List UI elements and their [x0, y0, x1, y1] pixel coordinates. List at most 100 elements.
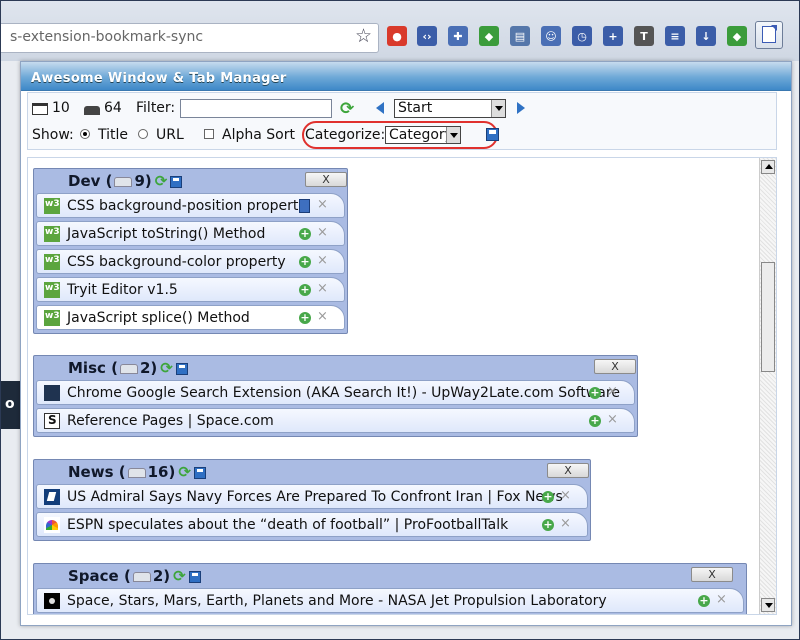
close-tab-icon[interactable]: × [317, 197, 328, 212]
bookmark-star-icon[interactable]: ☆ [355, 23, 372, 49]
favicon-icon [44, 413, 60, 429]
save-icon[interactable] [170, 175, 183, 188]
group-title: Misc (2) ⟳ [68, 359, 188, 377]
tab-row[interactable]: JavaScript toString() Method + × [36, 221, 345, 246]
add-bookmark-icon[interactable]: + [542, 519, 554, 531]
scroll-up-button[interactable] [761, 160, 775, 174]
group-header: Dev (9) ⟳ X [34, 169, 347, 193]
favicon-icon [44, 198, 60, 214]
favicon-icon [44, 226, 60, 242]
chrome-icon[interactable]: ● [387, 26, 407, 46]
favicon-icon [44, 254, 60, 270]
tab-icon [119, 363, 138, 374]
add-bookmark-icon[interactable]: + [542, 491, 554, 503]
tab-row[interactable]: ESPN speculates about the “death of foot… [36, 512, 588, 537]
plus-icon[interactable]: + [603, 26, 623, 46]
save-icon[interactable] [193, 466, 206, 479]
tab-group: Space (2) ⟳ X Space, Stars, Mars, Earth, Pl… [33, 563, 747, 614]
tab-row[interactable]: CSS background-position property × [36, 193, 345, 218]
save-icon[interactable] [188, 570, 201, 583]
controls-panel: 10 64 Filter: ⟳ Start Show: Title URL Al… [27, 92, 777, 150]
window-icon [32, 103, 48, 115]
close-tab-icon[interactable]: × [560, 516, 571, 531]
maps-icon[interactable]: ◆ [479, 26, 499, 46]
tab-group-list[interactable]: Dev (9)⟳ X CSS background-position propert… [27, 157, 777, 615]
tab-group: Dev (9)⟳ X CSS background-position propert… [33, 168, 348, 334]
refresh-icon[interactable]: ⟳ [340, 99, 354, 119]
add-bookmark-icon[interactable]: + [299, 312, 311, 324]
start-select[interactable]: Start [394, 99, 506, 118]
layers-icon[interactable]: ≡ [665, 26, 685, 46]
add-bookmark-icon[interactable]: + [299, 256, 311, 268]
group-close-button[interactable]: X [594, 359, 636, 374]
tab-title: CSS background-color property [67, 254, 286, 270]
filter-label: Filter: [136, 100, 176, 116]
add-bookmark-icon[interactable]: + [299, 284, 311, 296]
code-icon[interactable]: ‹› [417, 26, 437, 46]
group-close-button[interactable]: X [547, 463, 589, 478]
chevron-down-icon [491, 100, 505, 117]
prev-arrow-icon[interactable] [376, 102, 384, 114]
bookmark-icon[interactable] [299, 199, 310, 213]
tag-icon[interactable]: T [634, 26, 654, 46]
refresh-icon[interactable]: ⟳ [160, 359, 173, 377]
print-icon[interactable]: ▤ [510, 26, 530, 46]
alpha-sort-label: Alpha Sort [222, 127, 295, 143]
add-bookmark-icon[interactable]: + [589, 387, 601, 399]
download-icon[interactable]: ↓ [696, 26, 716, 46]
tab-row[interactable]: Tryit Editor v1.5 + × [36, 277, 345, 302]
tab-title: JavaScript toString() Method [67, 226, 266, 242]
tab-row[interactable]: Reference Pages | Space.com + × [36, 408, 635, 433]
title-radio[interactable] [80, 129, 90, 139]
favicon-icon [44, 282, 60, 298]
refresh-icon[interactable]: ⟳ [155, 172, 168, 190]
close-tab-icon[interactable]: × [607, 384, 618, 399]
address-bar[interactable]: s-extension-bookmark-sync [1, 23, 379, 53]
maps-icon[interactable]: ◆ [727, 26, 747, 46]
add-bookmark-icon[interactable]: + [589, 415, 601, 427]
tab-icon [114, 176, 133, 187]
tab-group: News (16) ⟳ X US Admiral Says Navy Forces A… [33, 459, 591, 541]
tab-title: CSS background-position property [67, 198, 307, 214]
browser-window: s-extension-bookmark-sync ☆ ● ‹› ✚ ◆ ▤ ☺ ◷ + T ≡ ↓… [0, 0, 800, 640]
group-title: Dev (9) ⟳ [68, 172, 183, 190]
tab-row[interactable]: JavaScript splice() Method + × [36, 305, 345, 330]
tab-manager-extension-icon[interactable] [755, 21, 783, 49]
filter-input[interactable] [180, 99, 332, 118]
close-tab-icon[interactable]: × [317, 253, 328, 268]
group-close-button[interactable]: X [691, 567, 733, 582]
person-icon[interactable]: ☺ [541, 26, 561, 46]
favicon-icon [44, 489, 60, 505]
group-count: 16) [147, 463, 176, 481]
close-tab-icon[interactable]: × [317, 281, 328, 296]
group-name: Space ( [68, 567, 131, 585]
add-bookmark-icon[interactable]: + [299, 228, 311, 240]
refresh-icon[interactable]: ⟳ [178, 463, 191, 481]
tab-title: US Admiral Says Navy Forces Are Prepared… [67, 489, 563, 505]
tab-row[interactable]: CSS background-color property + × [36, 249, 345, 274]
tab-title: Tryit Editor v1.5 [67, 282, 178, 298]
alpha-sort-checkbox[interactable] [204, 129, 214, 139]
save-icon[interactable] [486, 128, 499, 141]
save-icon[interactable] [175, 362, 188, 375]
close-tab-icon[interactable]: × [317, 309, 328, 324]
close-tab-icon[interactable]: × [317, 225, 328, 240]
group-name: Dev ( [68, 172, 113, 190]
group-close-button[interactable]: X [305, 172, 347, 187]
close-tab-icon[interactable]: × [607, 412, 618, 427]
tab-row[interactable]: US Admiral Says Navy Forces Are Prepared… [36, 484, 588, 509]
close-tab-icon[interactable]: × [716, 592, 727, 607]
close-tab-icon[interactable]: × [560, 488, 571, 503]
add-bookmark-icon[interactable]: + [698, 595, 710, 607]
url-radio[interactable] [138, 129, 148, 139]
scroll-thumb[interactable] [761, 262, 775, 372]
clock-icon[interactable]: ◷ [572, 26, 592, 46]
tab-row[interactable]: Space, Stars, Mars, Earth, Planets and M… [36, 588, 744, 613]
scrollbar[interactable] [759, 158, 776, 614]
refresh-icon[interactable]: ⟳ [173, 567, 186, 585]
puzzle-icon[interactable]: ✚ [448, 26, 468, 46]
tab-row[interactable]: Chrome Google Search Extension (AKA Sear… [36, 380, 635, 405]
scroll-down-button[interactable] [761, 598, 775, 612]
favicon-icon [44, 310, 60, 326]
next-arrow-icon[interactable] [517, 102, 525, 114]
